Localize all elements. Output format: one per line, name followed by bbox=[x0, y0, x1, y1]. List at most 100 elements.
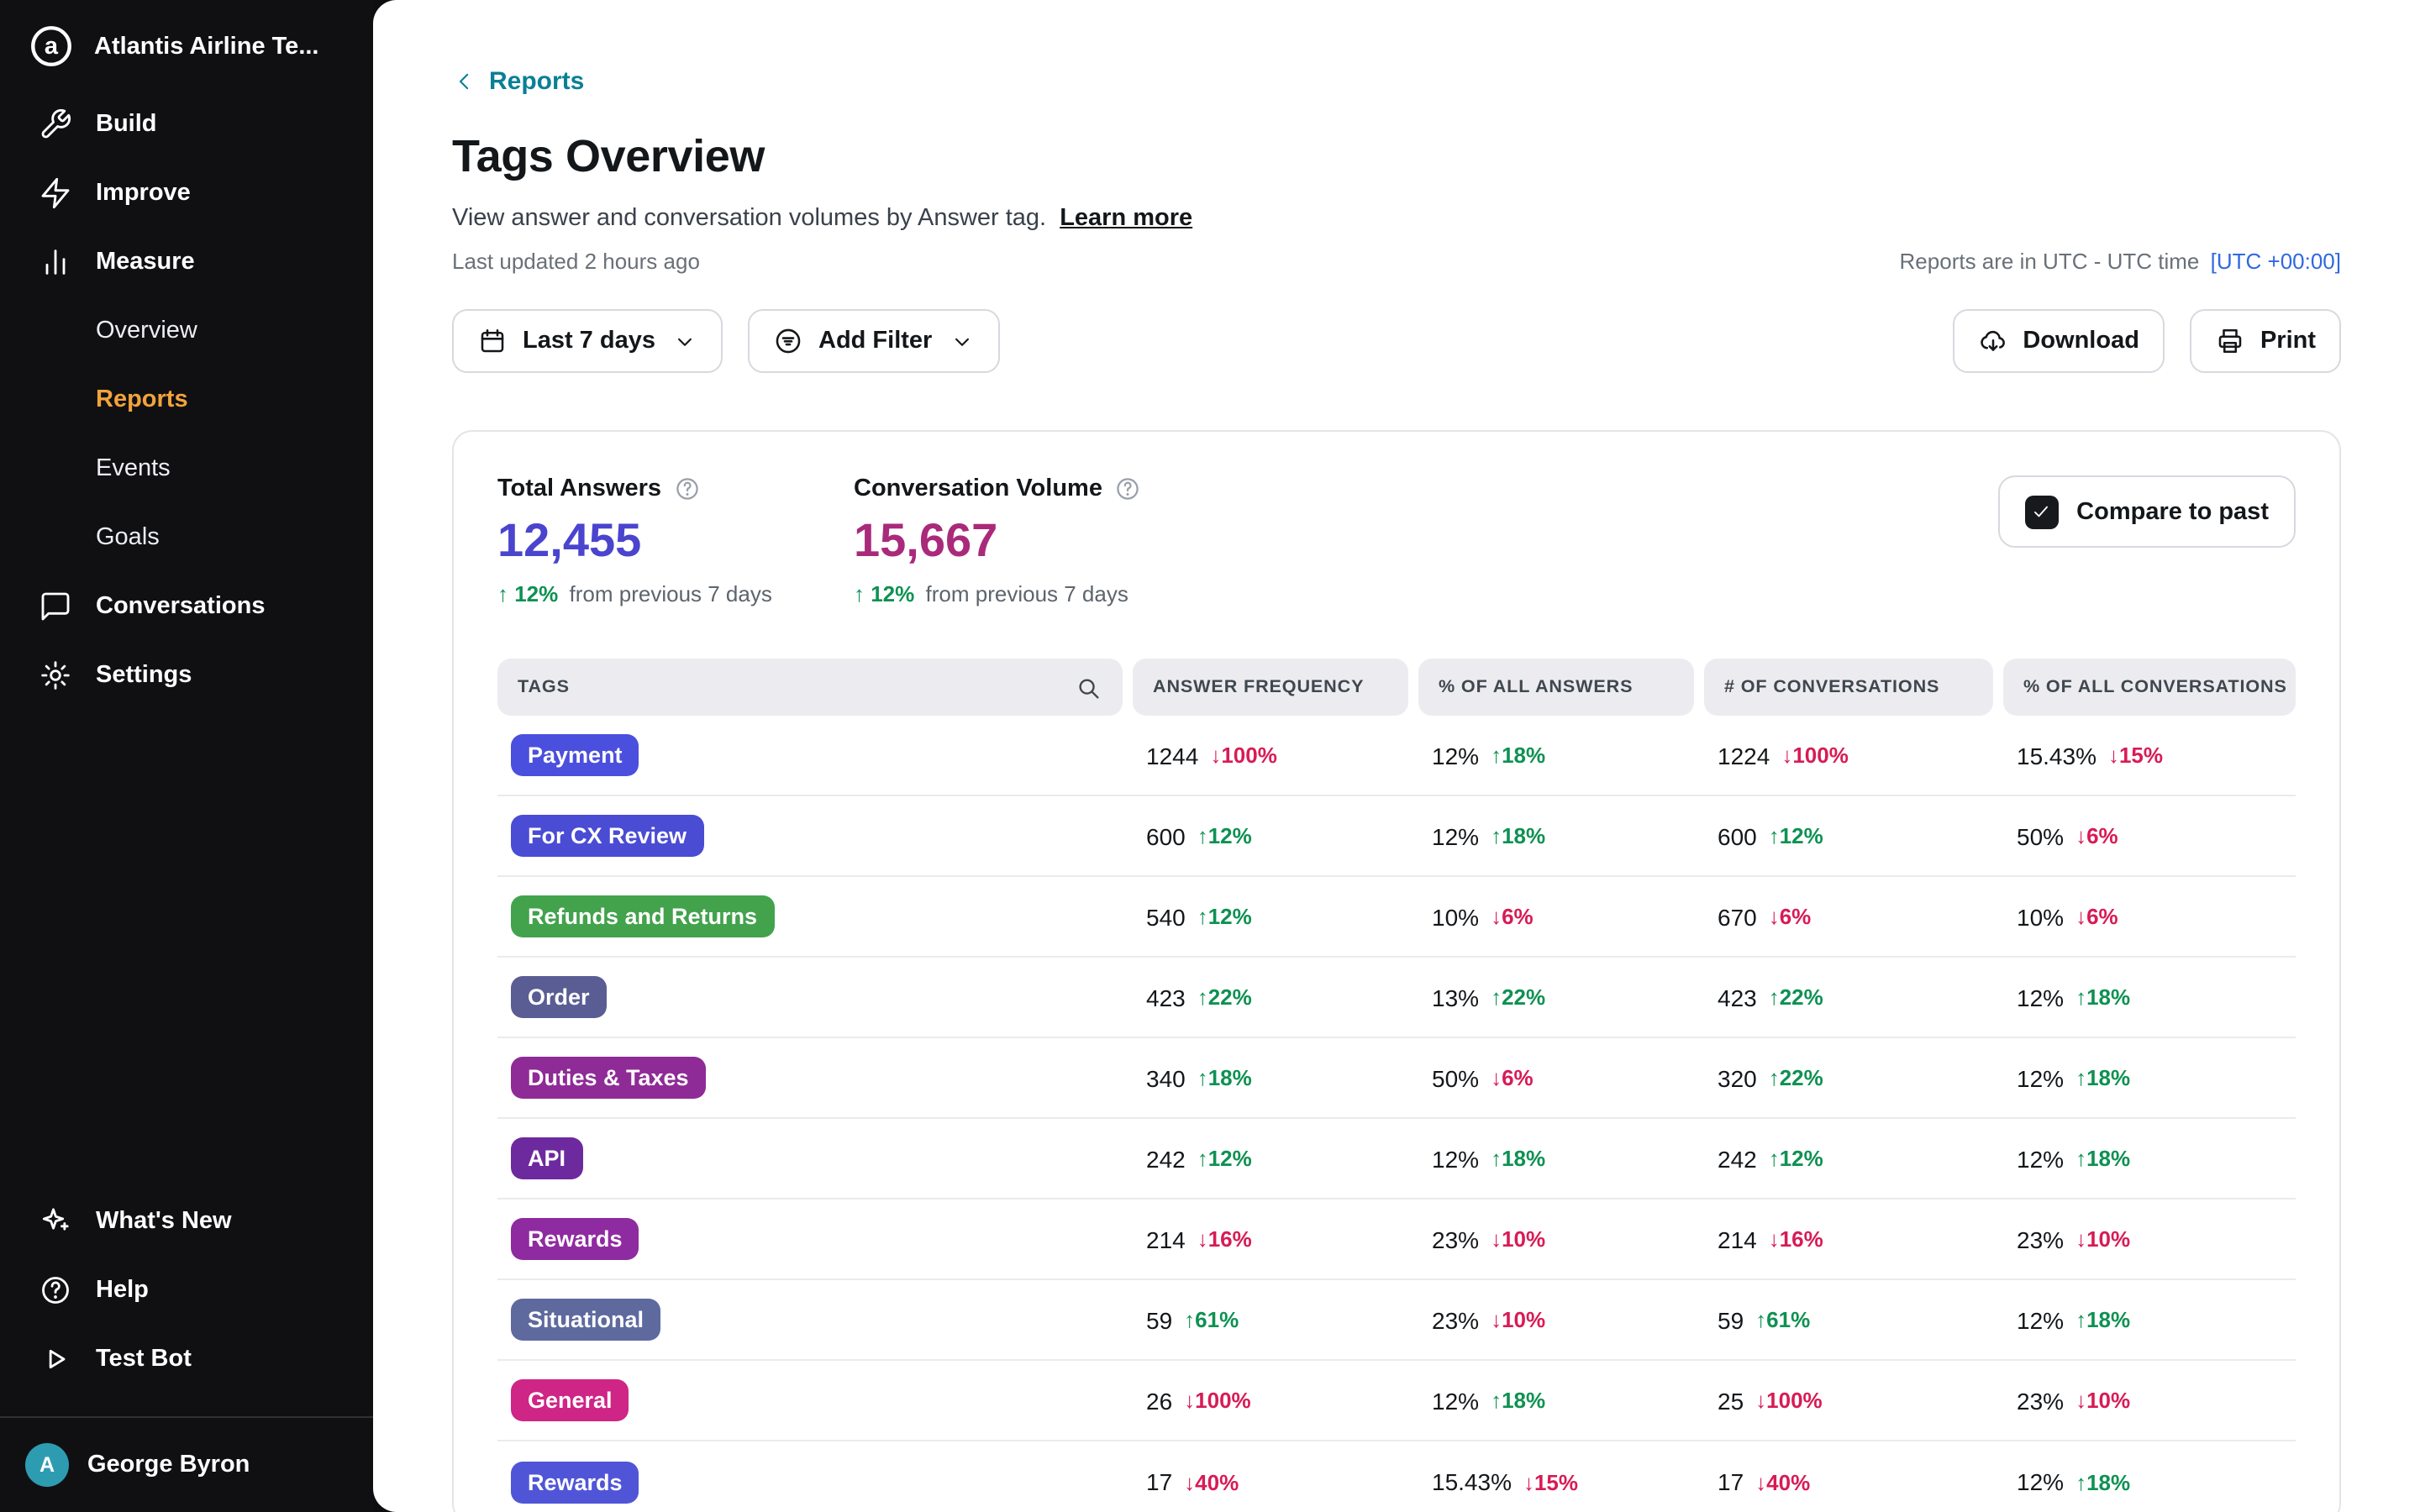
cell-value: 59 bbox=[1718, 1306, 1744, 1333]
timezone-link[interactable]: [UTC +00:00] bbox=[2211, 249, 2341, 274]
cell-value: 25 bbox=[1718, 1387, 1744, 1414]
cell-delta: ↑61% bbox=[1184, 1307, 1239, 1332]
table-row: Refunds and Returns540↑12%10%↓6%670↓6%10… bbox=[497, 877, 2296, 958]
date-range-button[interactable]: Last 7 days bbox=[452, 309, 723, 373]
subtitle-text: View answer and conversation volumes by … bbox=[452, 205, 1046, 232]
tags-table: TAGS ANSWER FREQUENCY % OF ALL ANSWERS #… bbox=[497, 659, 2296, 1512]
download-icon bbox=[1977, 326, 2007, 356]
wrench-icon bbox=[39, 107, 72, 140]
cell-value: 12% bbox=[2017, 1468, 2064, 1495]
cell-delta: ↓100% bbox=[1755, 1388, 1823, 1413]
table-row: For CX Review600↑12%12%↑18%600↑12%50%↓6% bbox=[497, 796, 2296, 877]
help-circle-icon[interactable] bbox=[673, 475, 700, 502]
cell-value: 12% bbox=[1432, 822, 1479, 849]
compare-to-past-toggle[interactable]: Compare to past bbox=[1997, 475, 2296, 548]
tag-pill[interactable]: Duties & Taxes bbox=[511, 1057, 706, 1099]
cell-value: 242 bbox=[1146, 1145, 1186, 1172]
cell-delta: ↑12% bbox=[1197, 1146, 1252, 1171]
cell-value: 670 bbox=[1718, 903, 1757, 930]
cell-delta: ↑18% bbox=[2075, 1146, 2130, 1171]
timezone-note: Reports are in UTC - UTC time [UTC +00:0… bbox=[1900, 249, 2341, 274]
cell-delta: ↑12% bbox=[1197, 823, 1252, 848]
cell-value: 600 bbox=[1146, 822, 1186, 849]
tag-pill[interactable]: Rewards bbox=[511, 1461, 639, 1503]
total-answers-delta: ↑ 12% from previous 7 days bbox=[497, 581, 854, 606]
bar-chart-icon bbox=[39, 244, 72, 278]
cell-delta: ↑22% bbox=[1197, 984, 1252, 1010]
cell-value: 242 bbox=[1718, 1145, 1757, 1172]
tag-pill[interactable]: General bbox=[511, 1379, 629, 1421]
search-icon[interactable] bbox=[1074, 673, 1102, 701]
cell-delta: ↑12% bbox=[1769, 823, 1823, 848]
cell-delta: ↓10% bbox=[1491, 1226, 1545, 1252]
total-answers-label: Total Answers bbox=[497, 475, 661, 502]
cell-delta: ↑18% bbox=[1491, 743, 1545, 768]
cell-delta: ↑22% bbox=[1491, 984, 1545, 1010]
tag-pill[interactable]: API bbox=[511, 1137, 582, 1179]
user-menu[interactable]: A George Byron bbox=[0, 1416, 373, 1512]
table-row: Rewards214↓16%23%↓10%214↓16%23%↓10% bbox=[497, 1200, 2296, 1280]
sidebar-item-reports[interactable]: Reports bbox=[0, 365, 373, 433]
cell-delta: ↑18% bbox=[1491, 1388, 1545, 1413]
cell-delta: ↑18% bbox=[1491, 1146, 1545, 1171]
cell-delta: ↑18% bbox=[2075, 984, 2130, 1010]
column-header-answer-frequency[interactable]: ANSWER FREQUENCY bbox=[1133, 659, 1408, 716]
tag-pill[interactable]: Refunds and Returns bbox=[511, 895, 774, 937]
sidebar-item-build[interactable]: Build bbox=[0, 89, 373, 158]
tag-pill[interactable]: Rewards bbox=[511, 1218, 639, 1260]
avatar: A bbox=[25, 1443, 69, 1487]
cell-value: 214 bbox=[1718, 1226, 1757, 1252]
sparkle-icon bbox=[39, 1204, 72, 1237]
cell-value: 23% bbox=[2017, 1226, 2064, 1252]
checkbox-checked-icon bbox=[2024, 495, 2058, 528]
sidebar-item-overview[interactable]: Overview bbox=[0, 296, 373, 365]
sidebar-item-whats-new[interactable]: What's New bbox=[0, 1186, 373, 1255]
breadcrumb-back[interactable]: Reports bbox=[452, 67, 584, 96]
compare-to-past-label: Compare to past bbox=[2076, 498, 2269, 525]
sidebar-item-conversations[interactable]: Conversations bbox=[0, 571, 373, 640]
cell-delta: ↓6% bbox=[2075, 904, 2118, 929]
tag-pill[interactable]: For CX Review bbox=[511, 815, 703, 857]
add-filter-button[interactable]: Add Filter bbox=[748, 309, 999, 373]
tag-pill[interactable]: Situational bbox=[511, 1299, 660, 1341]
stats-row: Total Answers 12,455 ↑ 12% from previous… bbox=[497, 475, 2296, 606]
sidebar-item-help[interactable]: Help bbox=[0, 1255, 373, 1324]
cell-value: 12% bbox=[2017, 984, 2064, 1011]
cell-value: 17 bbox=[1718, 1468, 1744, 1495]
tag-pill[interactable]: Payment bbox=[511, 734, 639, 776]
sidebar-item-goals[interactable]: Goals bbox=[0, 502, 373, 571]
download-button[interactable]: Download bbox=[1952, 309, 2165, 373]
cell-value: 50% bbox=[2017, 822, 2064, 849]
cell-value: 23% bbox=[2017, 1387, 2064, 1414]
app-window: a Atlantis Airline Te... BuildImproveMea… bbox=[0, 0, 2420, 1512]
total-answers-value: 12,455 bbox=[497, 514, 854, 568]
tag-pill[interactable]: Order bbox=[511, 976, 607, 1018]
sidebar-item-test-bot[interactable]: Test Bot bbox=[0, 1324, 373, 1393]
cell-delta: ↑18% bbox=[2075, 1469, 2130, 1494]
sidebar-item-measure[interactable]: Measure bbox=[0, 227, 373, 296]
cell-value: 600 bbox=[1718, 822, 1757, 849]
column-header-tags[interactable]: TAGS bbox=[497, 659, 1123, 716]
table-body: Payment1244↓100%12%↑18%1224↓100%15.43%↓1… bbox=[497, 716, 2296, 1512]
help-circle-icon[interactable] bbox=[1114, 475, 1141, 502]
cell-delta: ↓10% bbox=[2075, 1388, 2130, 1413]
column-header-pct-all-answers[interactable]: % OF ALL ANSWERS bbox=[1418, 659, 1694, 716]
print-button[interactable]: Print bbox=[2190, 309, 2341, 373]
workspace-switcher[interactable]: a Atlantis Airline Te... bbox=[0, 0, 373, 89]
column-header-num-conversations[interactable]: # OF CONVERSATIONS bbox=[1704, 659, 1993, 716]
download-label: Download bbox=[2023, 328, 2139, 354]
cell-delta: ↓40% bbox=[1755, 1469, 1810, 1494]
table-row: Order423↑22%13%↑22%423↑22%12%↑18% bbox=[497, 958, 2296, 1038]
sidebar-item-settings[interactable]: Settings bbox=[0, 640, 373, 709]
cell-value: 423 bbox=[1146, 984, 1186, 1011]
play-icon bbox=[39, 1341, 72, 1375]
sidebar-item-events[interactable]: Events bbox=[0, 433, 373, 502]
learn-more-link[interactable]: Learn more bbox=[1060, 205, 1192, 232]
sidebar-item-improve[interactable]: Improve bbox=[0, 158, 373, 227]
column-header-pct-all-conversations[interactable]: % OF ALL CONVERSATIONS bbox=[2003, 659, 2296, 716]
cell-value: 12% bbox=[1432, 1387, 1479, 1414]
cell-delta: ↓100% bbox=[1210, 743, 1277, 768]
cell-value: 12% bbox=[1432, 742, 1479, 769]
cell-value: 540 bbox=[1146, 903, 1186, 930]
cell-value: 12% bbox=[2017, 1306, 2064, 1333]
